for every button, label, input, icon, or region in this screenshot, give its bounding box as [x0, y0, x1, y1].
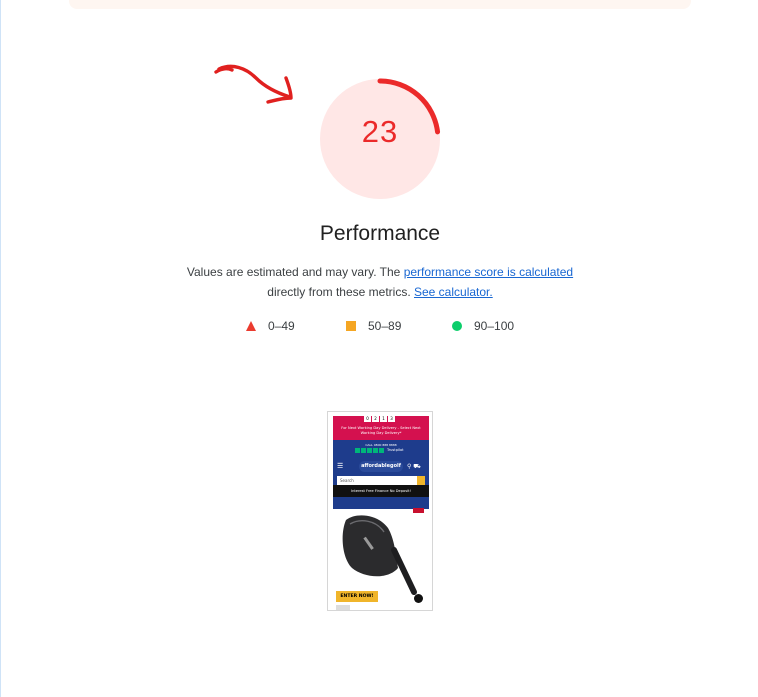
thumb-cta-button: ENTER NOW!: [336, 591, 378, 602]
countdown-digit: 1: [380, 416, 387, 422]
thumb-blue-header: CALL 0800 888 8888 Trustpilot ☰ affordab…: [333, 440, 429, 509]
chat-icon: [414, 594, 423, 603]
countdown-digit: 2: [372, 416, 379, 422]
square-icon: [346, 321, 356, 331]
final-screenshot-thumbnail[interactable]: 0 2 1 3 For Next Working Day Delivery - …: [327, 411, 433, 611]
triangle-icon: [246, 321, 256, 331]
trustpilot-stars-icon: [355, 448, 384, 453]
description-text-2: directly from these metrics.: [267, 285, 411, 299]
score-description: Values are estimated and may vary. The p…: [150, 262, 610, 302]
legend-item-average: 50–89: [346, 318, 401, 334]
description-text-1: Values are estimated and may vary. The: [186, 265, 401, 279]
annotation-arrow-icon: [214, 64, 293, 104]
circle-icon: [452, 321, 462, 331]
thumb-countdown: 0 2 1 3: [364, 416, 395, 422]
legend-label: 50–89: [368, 319, 402, 333]
gauge-title: Performance: [319, 222, 441, 245]
countdown-digit: 0: [364, 416, 371, 422]
thumb-bottom-strip: [336, 605, 350, 610]
thumb-call-text: CALL 0800 888 8888: [365, 443, 397, 447]
cart-icon: ⚲ ⛟: [407, 463, 421, 470]
thumb-delivery-text: For Next Working Day Delivery - Select N…: [341, 426, 421, 435]
hamburger-icon: ☰: [337, 462, 344, 470]
legend-item-pass: 90–100: [452, 318, 514, 334]
thumb-logo: affordablegolf: [359, 461, 403, 472]
top-banner: [69, 0, 691, 9]
performance-score: 23: [361, 114, 399, 149]
thumb-search: Search: [337, 476, 417, 485]
thumb-promo-bar: Interest Free Finance No Deposit!: [333, 485, 429, 497]
legend-label: 0–49: [268, 319, 295, 333]
left-border: [0, 0, 1, 697]
thumb-search-button: [417, 476, 425, 485]
legend-label: 90–100: [474, 319, 515, 333]
countdown-digit: 3: [388, 416, 395, 422]
performance-score-link[interactable]: performance score is calculated: [404, 265, 573, 279]
see-calculator-link[interactable]: See calculator.: [414, 285, 493, 299]
thumb-trustpilot: Trustpilot: [387, 448, 404, 452]
legend-item-fail: 0–49: [246, 318, 295, 334]
